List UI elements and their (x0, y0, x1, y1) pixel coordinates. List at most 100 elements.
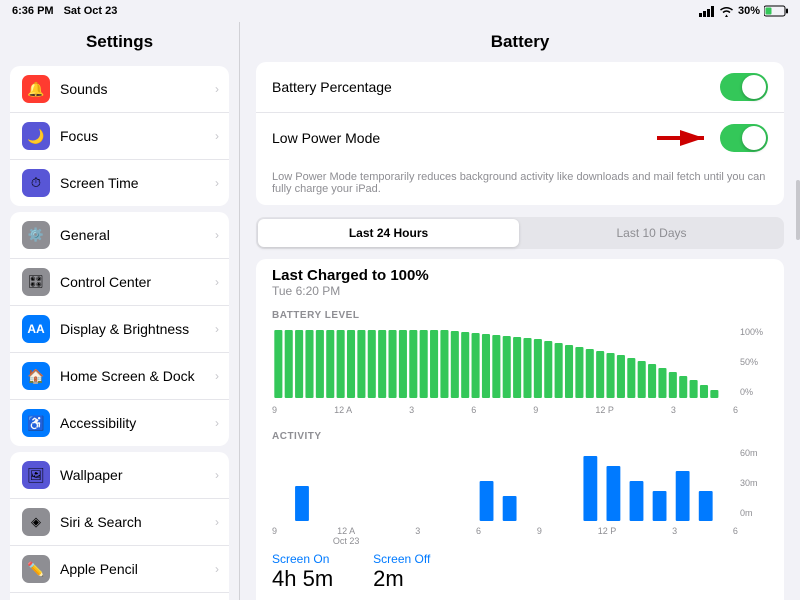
screen-time-icon: ⏱ (22, 169, 50, 197)
sidebar-item-home-screen[interactable]: 🏠 Home Screen & Dock › (10, 353, 229, 400)
pencil-label: Apple Pencil (60, 561, 138, 577)
accessibility-icon: ♿ (22, 409, 50, 437)
x-label-12p: 12 P (595, 405, 614, 415)
focus-chevron: › (215, 129, 219, 143)
sidebar-item-screen-time[interactable]: ⏱ Screen Time › (10, 160, 229, 206)
activity-label: ACTIVITY (272, 431, 768, 442)
accessibility-chevron: › (215, 416, 219, 430)
sidebar-group-3: 🖼 Wallpaper › ◈ Siri & Search › ✏️ Apple… (10, 452, 229, 600)
battery-icon (764, 5, 788, 17)
battery-percentage-label: Battery Percentage (272, 79, 392, 95)
sidebar-item-focus[interactable]: 🌙 Focus › (10, 113, 229, 160)
screen-on-value: 4h 5m (272, 566, 333, 592)
battery-info: Last Charged to 100% Tue 6:20 PM (256, 259, 784, 302)
wifi-icon (719, 6, 734, 17)
control-center-icon: 🎛 (22, 268, 50, 296)
sidebar-group-2: ⚙️ General › 🎛 Control Center › AA Displ… (10, 212, 229, 446)
sidebar-item-sounds[interactable]: 🔔 Sounds › (10, 66, 229, 113)
last-charged: Last Charged to 100% (272, 267, 768, 284)
x-act-3p: 3 (672, 526, 677, 546)
x-act-12p: 12 P (598, 526, 617, 546)
screen-off-label: Screen Off (373, 552, 430, 566)
scroll-handle[interactable] (796, 180, 800, 240)
activity-section: ACTIVITY 60m 30m 0m (256, 431, 784, 544)
arrow-annotation-icon (652, 124, 712, 152)
sounds-chevron: › (215, 82, 219, 96)
pencil-icon: ✏️ (22, 555, 50, 583)
general-label: General (60, 227, 110, 243)
screen-off-stat: Screen Off 2m (373, 552, 430, 592)
home-screen-chevron: › (215, 369, 219, 383)
battery-percentage-toggle[interactable] (720, 73, 768, 101)
pencil-chevron: › (215, 562, 219, 576)
y-label-100: 100% (740, 327, 768, 337)
y-label-0m: 0m (740, 508, 768, 518)
wallpaper-chevron: › (215, 468, 219, 482)
low-power-mode-row: Low Power Mode (256, 113, 784, 163)
display-chevron: › (215, 322, 219, 336)
x-act-9: 9 (272, 526, 277, 546)
x-labels-battery: 9 12 A 3 6 9 12 P 3 6 (272, 405, 768, 415)
toggle-thumb-battery-pct (742, 75, 766, 99)
screen-time-label: Screen Time (60, 175, 139, 191)
sidebar-item-control-center[interactable]: 🎛 Control Center › (10, 259, 229, 306)
sidebar-item-siri[interactable]: ◈ Siri & Search › (10, 499, 229, 546)
focus-icon: 🌙 (22, 122, 50, 150)
low-power-mode-toggle[interactable] (720, 124, 768, 152)
general-chevron: › (215, 228, 219, 242)
screen-on-label: Screen On (272, 552, 333, 566)
date-display: Sat Oct 23 (64, 5, 118, 17)
x-act-3: 3 (415, 526, 420, 546)
battery-chart-card: Last Charged to 100% Tue 6:20 PM BATTERY… (256, 259, 784, 600)
battery-toggles-card: Battery Percentage Low Power Mode (256, 62, 784, 205)
time-display: 6:36 PM (12, 5, 54, 17)
low-power-toggle-group (652, 124, 768, 152)
sidebar-item-accessibility[interactable]: ♿ Accessibility › (10, 400, 229, 446)
battery-percentage-row: Battery Percentage (256, 62, 784, 113)
y-label-50: 50% (740, 357, 768, 367)
y-label-30m: 30m (740, 478, 768, 488)
y-labels-activity: 60m 30m 0m (740, 446, 768, 520)
display-icon: AA (22, 315, 50, 343)
sidebar-item-display[interactable]: AA Display & Brightness › (10, 306, 229, 353)
x-label-6p: 6 (733, 405, 738, 415)
general-icon: ⚙️ (22, 221, 50, 249)
home-screen-icon: 🏠 (22, 362, 50, 390)
sidebar-item-pencil[interactable]: ✏️ Apple Pencil › (10, 546, 229, 593)
wallpaper-label: Wallpaper (60, 467, 123, 483)
sidebar-item-wallpaper[interactable]: 🖼 Wallpaper › (10, 452, 229, 499)
x-label-3p: 3 (671, 405, 676, 415)
screen-time-chevron: › (215, 176, 219, 190)
x-label-9a: 9 (272, 405, 277, 415)
display-label: Display & Brightness (60, 321, 189, 337)
battery-level-label: BATTERY LEVEL (272, 310, 768, 321)
status-icons: 30% (699, 5, 788, 17)
screen-on-stat: Screen On 4h 5m (272, 552, 333, 592)
main-content: Battery Battery Percentage Low Power Mod… (240, 0, 800, 600)
siri-chevron: › (215, 515, 219, 529)
y-label-0: 0% (740, 387, 768, 397)
x-act-12a: 12 AOct 23 (333, 526, 360, 546)
focus-label: Focus (60, 128, 98, 144)
last-charged-date: Tue 6:20 PM (272, 284, 768, 298)
battery-pct-status: 30% (738, 5, 760, 17)
sidebar-item-general[interactable]: ⚙️ General › (10, 212, 229, 259)
sidebar-item-face-id[interactable]: 👤 Face ID & Passcode › (10, 593, 229, 600)
toggle-thumb-low-power (742, 126, 766, 150)
screen-off-value: 2m (373, 566, 430, 592)
battery-level-svg (272, 325, 768, 400)
sidebar-title: Settings (0, 22, 239, 60)
low-power-mode-container: Low Power Mode (256, 113, 784, 163)
x-label-6a: 6 (471, 405, 476, 415)
activity-svg (272, 446, 768, 521)
low-power-mode-label: Low Power Mode (272, 130, 380, 146)
wallpaper-icon: 🖼 (22, 461, 50, 489)
x-act-6p: 6 (733, 526, 738, 546)
tab-10d[interactable]: Last 10 Days (521, 219, 782, 247)
y-label-60m: 60m (740, 448, 768, 458)
x-labels-activity: 9 12 AOct 23 3 6 9 12 P 3 6 (272, 526, 768, 546)
tab-24h[interactable]: Last 24 Hours (258, 219, 519, 247)
control-center-chevron: › (215, 275, 219, 289)
status-bar: 6:36 PM Sat Oct 23 30% (0, 0, 800, 22)
siri-icon: ◈ (22, 508, 50, 536)
